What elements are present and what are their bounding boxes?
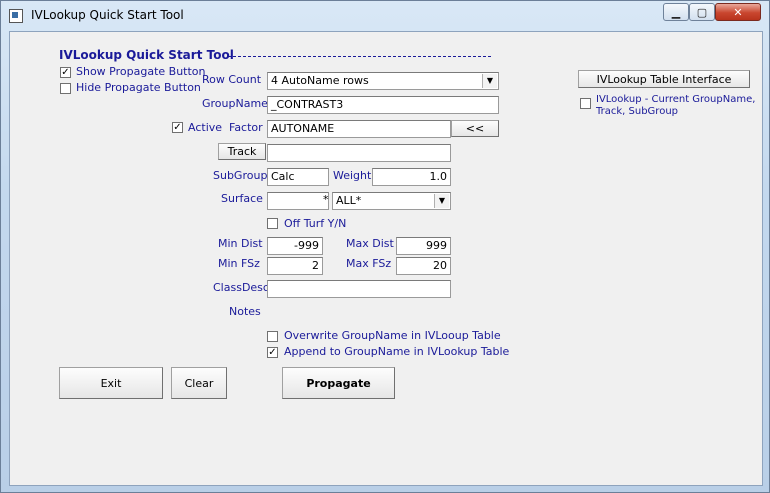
weight-input[interactable]: 1.0 bbox=[372, 168, 451, 186]
append-checkbox[interactable]: ✓ bbox=[267, 347, 278, 358]
factor-label: Factor bbox=[229, 121, 263, 134]
table-interface-label: IVLookup Table Interface bbox=[596, 72, 732, 86]
window-title: IVLookup Quick Start Tool bbox=[31, 8, 184, 22]
minimize-button[interactable]: ▁ bbox=[663, 3, 689, 21]
subgroup-label: SubGroup bbox=[213, 169, 268, 182]
minimize-icon: ▁ bbox=[671, 5, 681, 19]
max-fsz-input[interactable]: 20 bbox=[396, 257, 451, 275]
app-window: IVLookup Quick Start Tool ▁ ▢ ✕ IVLookup… bbox=[0, 0, 770, 493]
factor-pick-label: << bbox=[465, 122, 485, 135]
overwrite-checkbox[interactable] bbox=[267, 331, 278, 342]
min-dist-input[interactable]: -999 bbox=[267, 237, 323, 255]
factor-input[interactable]: AUTONAME bbox=[267, 120, 451, 138]
current-groupname-checkbox[interactable] bbox=[580, 98, 591, 109]
table-interface-button[interactable]: IVLookup Table Interface bbox=[578, 70, 750, 88]
class-descr-input[interactable] bbox=[267, 280, 451, 298]
propagate-button[interactable]: Propagate bbox=[282, 367, 395, 399]
overwrite-label: Overwrite GroupName in IVLooup Table bbox=[284, 329, 501, 342]
chevron-down-icon[interactable]: ▼ bbox=[482, 74, 497, 88]
row-count-label: Row Count bbox=[202, 73, 262, 86]
hide-propagate-checkbox[interactable] bbox=[60, 83, 71, 94]
weight-label: Weight bbox=[333, 169, 372, 182]
chevron-down-icon[interactable]: ▼ bbox=[434, 194, 449, 208]
current-groupname-line1: IVLookup - Current GroupName, bbox=[596, 94, 756, 105]
current-groupname-label: IVLookup - Current GroupName, Track, Sub… bbox=[596, 94, 755, 118]
current-groupname-line2: Track, SubGroup bbox=[596, 106, 679, 117]
factor-pick-button[interactable]: << bbox=[451, 120, 499, 137]
track-input[interactable] bbox=[267, 144, 451, 162]
min-fsz-label: Min FSz bbox=[218, 257, 260, 270]
close-button[interactable]: ✕ bbox=[715, 3, 761, 21]
hide-propagate-label: Hide Propagate Button bbox=[76, 81, 201, 94]
min-dist-label: Min Dist bbox=[218, 237, 263, 250]
app-icon bbox=[9, 9, 23, 23]
notes-label: Notes bbox=[229, 305, 261, 318]
row-count-value: 4 AutoName rows bbox=[271, 74, 369, 87]
maximize-button[interactable]: ▢ bbox=[689, 3, 715, 21]
active-label: Active bbox=[188, 121, 223, 134]
heading-rule bbox=[228, 56, 491, 57]
max-dist-label: Max Dist bbox=[346, 237, 394, 250]
class-descr-label: ClassDescr bbox=[213, 281, 274, 294]
surface-select[interactable]: ALL* ▼ bbox=[332, 192, 451, 210]
subgroup-input[interactable]: Calc bbox=[267, 168, 329, 186]
title-bar[interactable]: IVLookup Quick Start Tool ▁ ▢ ✕ bbox=[1, 1, 770, 31]
form-heading: IVLookup Quick Start Tool bbox=[59, 48, 234, 62]
max-dist-input[interactable]: 999 bbox=[396, 237, 451, 255]
surface-select-value: ALL* bbox=[336, 194, 362, 207]
show-propagate-label: Show Propagate Button bbox=[76, 65, 206, 78]
group-name-input[interactable]: _CONTRAST3 bbox=[267, 96, 499, 114]
track-button[interactable]: Track bbox=[218, 143, 266, 160]
row-count-select[interactable]: 4 AutoName rows ▼ bbox=[267, 72, 499, 90]
surface-star: * bbox=[323, 193, 329, 206]
group-name-label: GroupName bbox=[202, 97, 268, 110]
clear-button-label: Clear bbox=[184, 376, 214, 390]
append-label: Append to GroupName in IVLookup Table bbox=[284, 345, 510, 358]
track-button-label: Track bbox=[227, 145, 257, 158]
surface-label: Surface bbox=[221, 192, 263, 205]
min-fsz-input[interactable]: 2 bbox=[267, 257, 323, 275]
active-checkbox[interactable]: ✓ bbox=[172, 122, 183, 133]
exit-button[interactable]: Exit bbox=[59, 367, 163, 399]
maximize-icon: ▢ bbox=[696, 5, 708, 19]
propagate-button-label: Propagate bbox=[306, 376, 371, 390]
max-fsz-label: Max FSz bbox=[346, 257, 392, 270]
surface-input[interactable] bbox=[267, 192, 329, 210]
clear-button[interactable]: Clear bbox=[171, 367, 227, 399]
close-icon: ✕ bbox=[733, 5, 743, 19]
show-propagate-checkbox[interactable]: ✓ bbox=[60, 67, 71, 78]
off-turf-label: Off Turf Y/N bbox=[284, 217, 347, 230]
exit-button-label: Exit bbox=[100, 376, 122, 390]
off-turf-checkbox[interactable] bbox=[267, 218, 278, 229]
form-client-area: IVLookup Quick Start Tool ✓ Show Propaga… bbox=[9, 31, 763, 486]
